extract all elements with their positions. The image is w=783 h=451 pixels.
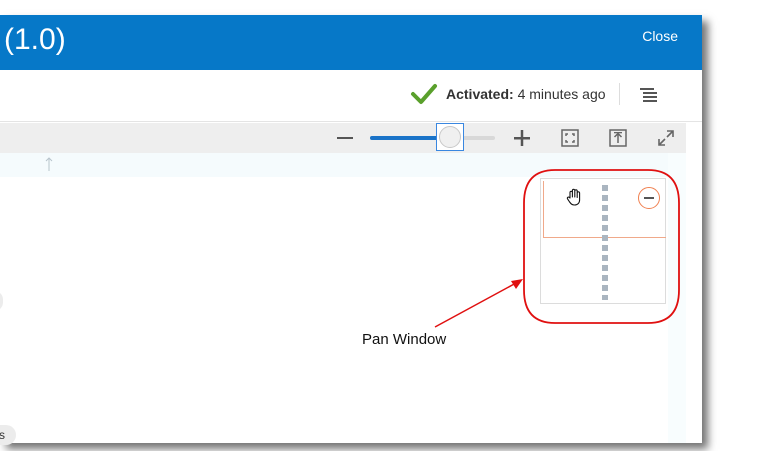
menu-icon[interactable] <box>640 87 658 103</box>
plus-icon[interactable] <box>512 128 532 148</box>
minus-icon[interactable] <box>335 128 355 148</box>
close-button[interactable]: Close <box>642 28 678 44</box>
vertical-scroll-area[interactable] <box>668 153 686 443</box>
status-bar: Activated: 4 minutes ago <box>0 70 702 122</box>
activated-time: 4 minutes ago <box>517 86 606 102</box>
diagram-toolbar <box>0 123 686 153</box>
activated-label: Activated: <box>446 86 514 102</box>
dialog-window: (1.0) Close Activated: 4 minutes ago s <box>0 15 702 445</box>
title-bar: (1.0) Close <box>0 15 702 70</box>
divider <box>619 83 620 105</box>
node-pill-label: s <box>0 428 5 442</box>
collapse-pan-button[interactable] <box>638 187 660 209</box>
export-icon[interactable] <box>608 128 628 148</box>
hand-cursor-icon <box>566 188 581 206</box>
expand-icon[interactable] <box>656 128 676 148</box>
activation-status: Activated: 4 minutes ago <box>446 86 606 102</box>
zoom-slider-handle[interactable] <box>436 123 464 151</box>
pan-window[interactable] <box>540 178 666 304</box>
up-arrow-icon <box>45 157 53 171</box>
zoom-slider[interactable] <box>370 136 495 140</box>
pan-diagram-preview <box>602 185 608 300</box>
checkmark-icon <box>411 84 437 104</box>
fit-to-screen-icon[interactable] <box>560 128 580 148</box>
page-title: (1.0) <box>4 23 66 56</box>
annotation-label: Pan Window <box>362 331 447 348</box>
